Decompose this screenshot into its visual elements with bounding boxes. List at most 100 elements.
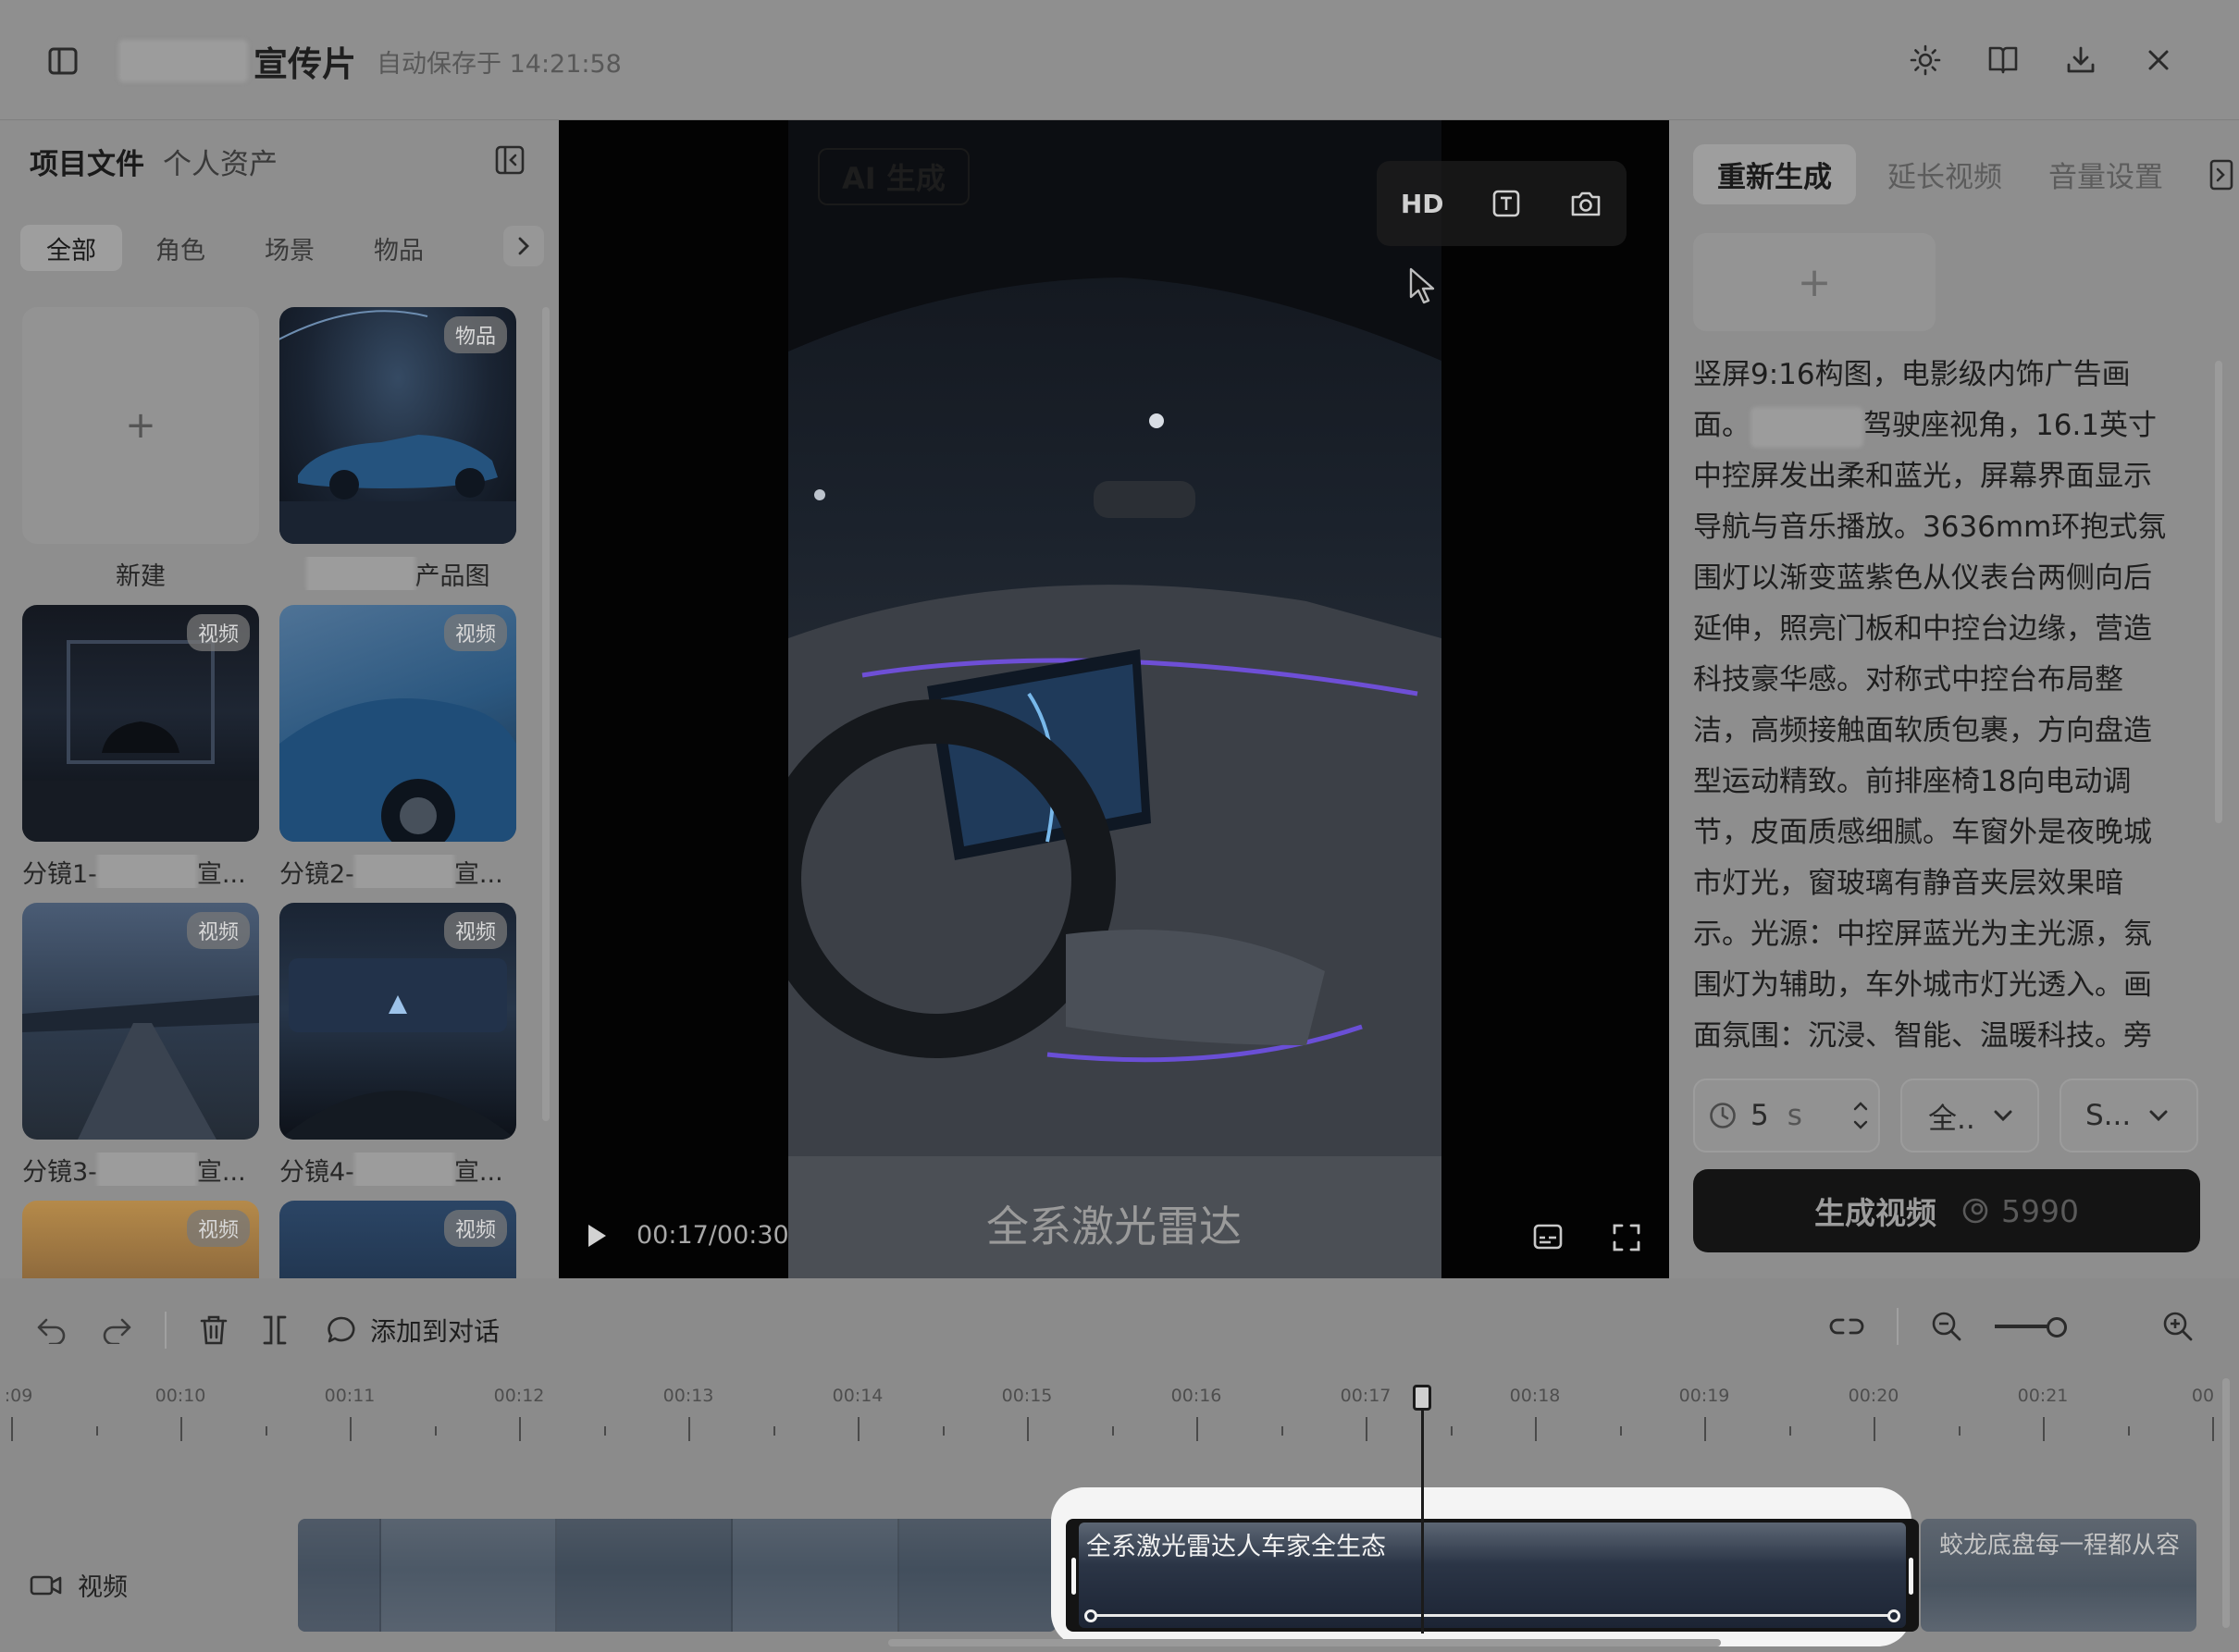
close-icon[interactable]	[2137, 39, 2180, 81]
duration-input[interactable]: 5 s	[1693, 1079, 1880, 1153]
clip-title: 全系激光雷达人车家全生态	[1086, 1533, 1386, 1561]
asset-thumbnail: 物品	[279, 307, 516, 544]
redo-icon[interactable]	[100, 1316, 133, 1344]
new-asset-tile[interactable]: +	[22, 307, 259, 544]
tab-extend-video[interactable]: 延长视频	[1873, 144, 2017, 204]
asset-thumbnail: 视频	[279, 605, 516, 842]
sidebar-toggle-icon[interactable]	[44, 43, 81, 80]
volume-keyframe-start[interactable]	[1084, 1609, 1097, 1622]
ruler-major-tick	[350, 1417, 352, 1441]
top-bar-actions	[1904, 39, 2180, 81]
hd-toggle[interactable]: HD	[1401, 189, 1444, 219]
clip-trim-handle-left[interactable]	[1071, 1558, 1076, 1595]
ruler-major-tick	[1366, 1417, 1367, 1441]
asset-caption: 分镜2- 宣...	[279, 855, 516, 888]
asset-thumbnail: 视频	[22, 903, 259, 1140]
book-icon[interactable]	[1982, 39, 2024, 81]
sun-icon[interactable]	[1904, 39, 1947, 81]
credit-coin-icon	[1961, 1196, 1990, 1226]
zoom-slider[interactable]	[1995, 1317, 2067, 1338]
split-icon[interactable]	[261, 1313, 289, 1347]
timeline-clip-selected[interactable]: 全系激光雷达人车家全生态	[1066, 1519, 1919, 1632]
category-all[interactable]: 全部	[20, 225, 122, 271]
asset-storyboard-1[interactable]: 视频 分镜1- 宣...	[22, 605, 259, 888]
blurred-brand-name	[96, 1153, 197, 1186]
asset-product-image[interactable]: 物品 产品图	[279, 307, 516, 590]
generate-video-button[interactable]: 生成视频 5990	[1693, 1169, 2200, 1252]
ruler-minor-tick	[773, 1426, 775, 1436]
model-select-value: S...	[2085, 1099, 2132, 1132]
timeline-horizontal-scrollbar[interactable]	[888, 1639, 1721, 1646]
ruler-tick-label: 00:19	[1678, 1386, 1730, 1406]
download-icon[interactable]	[2060, 39, 2102, 81]
video-frame[interactable]	[788, 120, 1441, 1278]
project-title[interactable]: 宣传片	[254, 36, 356, 86]
clip-volume-line[interactable]	[1092, 1614, 1893, 1617]
duration-value: 5	[1750, 1099, 1769, 1132]
tab-volume-settings[interactable]: 音量设置	[2034, 144, 2178, 204]
category-scenes[interactable]: 场景	[239, 225, 340, 271]
add-reference-button[interactable]: +	[1693, 233, 1936, 331]
prompt-scrollbar[interactable]	[2215, 361, 2222, 823]
collapse-panel-icon[interactable]	[494, 144, 531, 181]
asset-new[interactable]: + 新建	[22, 307, 259, 590]
add-to-chat-button[interactable]: 添加到对话	[326, 1312, 500, 1349]
preview-right-controls	[1532, 1223, 1641, 1252]
asset-storyboard-6[interactable]: 视频	[279, 1201, 516, 1278]
playhead-handle[interactable]	[1413, 1385, 1431, 1411]
asset-caption: 产品图	[279, 557, 516, 590]
zoom-in-icon[interactable]	[2161, 1310, 2195, 1343]
chevron-up-icon[interactable]	[1852, 1101, 1869, 1112]
blurred-brand-name	[353, 1153, 454, 1186]
chevron-right-icon[interactable]	[503, 226, 544, 266]
camera-icon[interactable]	[1569, 189, 1602, 218]
caption-toggle-icon[interactable]	[1532, 1223, 1564, 1252]
ruler-tick-label: 00:16	[1170, 1386, 1222, 1406]
ruler-minor-tick	[1280, 1426, 1283, 1436]
category-filter: 全部 角色 场景 物品	[20, 222, 544, 274]
model-select[interactable]: S...	[2060, 1079, 2198, 1153]
ruler-major-tick	[519, 1417, 521, 1441]
asset-storyboard-3[interactable]: 视频 分镜3- 宣...	[22, 903, 259, 1186]
tab-regenerate[interactable]: 重新生成	[1693, 144, 1856, 204]
tab-personal-assets[interactable]: 个人资产	[163, 141, 278, 182]
asset-type-badge: 视频	[443, 614, 507, 651]
fullscreen-icon[interactable]	[1612, 1223, 1641, 1252]
asset-storyboard-4[interactable]: 视频 分镜4- 宣...	[279, 903, 516, 1186]
duration-unit: s	[1787, 1099, 1802, 1132]
play-icon[interactable]	[585, 1222, 609, 1250]
timeline-vertical-scrollbar[interactable]	[2222, 1378, 2230, 1628]
link-icon[interactable]	[1828, 1315, 1865, 1338]
ruler-major-tick	[1196, 1417, 1198, 1441]
resolution-select-value: 全..	[1928, 1102, 1975, 1136]
asset-storyboard-5[interactable]: 视频	[22, 1201, 259, 1278]
ruler-major-tick	[1874, 1417, 1875, 1441]
category-items[interactable]: 物品	[348, 225, 450, 271]
timeline-clip[interactable]	[298, 1519, 1057, 1632]
chevron-down-icon[interactable]	[1852, 1119, 1869, 1130]
ruler-tick-label: 00:11	[324, 1386, 376, 1406]
trash-icon[interactable]	[198, 1313, 229, 1347]
clip-trim-handle-right[interactable]	[1909, 1558, 1913, 1595]
undo-icon[interactable]	[35, 1316, 68, 1344]
zoom-out-icon[interactable]	[1930, 1310, 1963, 1343]
playhead-line[interactable]	[1421, 1404, 1424, 1634]
ruler-minor-tick	[265, 1426, 267, 1436]
chat-bubble-icon	[326, 1314, 357, 1346]
timeline-clip[interactable]: 蛟龙底盘每一程都从容	[1921, 1519, 2196, 1632]
resolution-select[interactable]: 全..	[1900, 1079, 2039, 1153]
category-characters[interactable]: 角色	[130, 225, 231, 271]
video-camera-icon	[30, 1573, 63, 1597]
chevron-down-icon	[1992, 1108, 2014, 1123]
text-overlay-icon[interactable]	[1491, 189, 1521, 218]
volume-keyframe-end[interactable]	[1887, 1609, 1900, 1622]
prompt-text[interactable]: 竖屏9:16构图，电影级内饰广告画面。 驾驶座视角，16.1英寸中控屏发出柔和蓝光…	[1693, 350, 2180, 1062]
ruler-minor-tick	[434, 1426, 437, 1436]
asset-storyboard-2[interactable]: 视频 分镜2- 宣...	[279, 605, 516, 888]
time-ruler[interactable]: :09 00:10 00:11 00:12 00:13 00:14 00:15 00:16 00…	[0, 1386, 2220, 1460]
tab-project-files[interactable]: 项目文件	[30, 141, 144, 182]
collapse-right-panel-icon[interactable]	[2209, 159, 2237, 192]
blurred-brand-name	[353, 855, 454, 888]
ruler-minor-tick	[603, 1426, 606, 1436]
asset-scrollbar[interactable]	[542, 307, 550, 1121]
